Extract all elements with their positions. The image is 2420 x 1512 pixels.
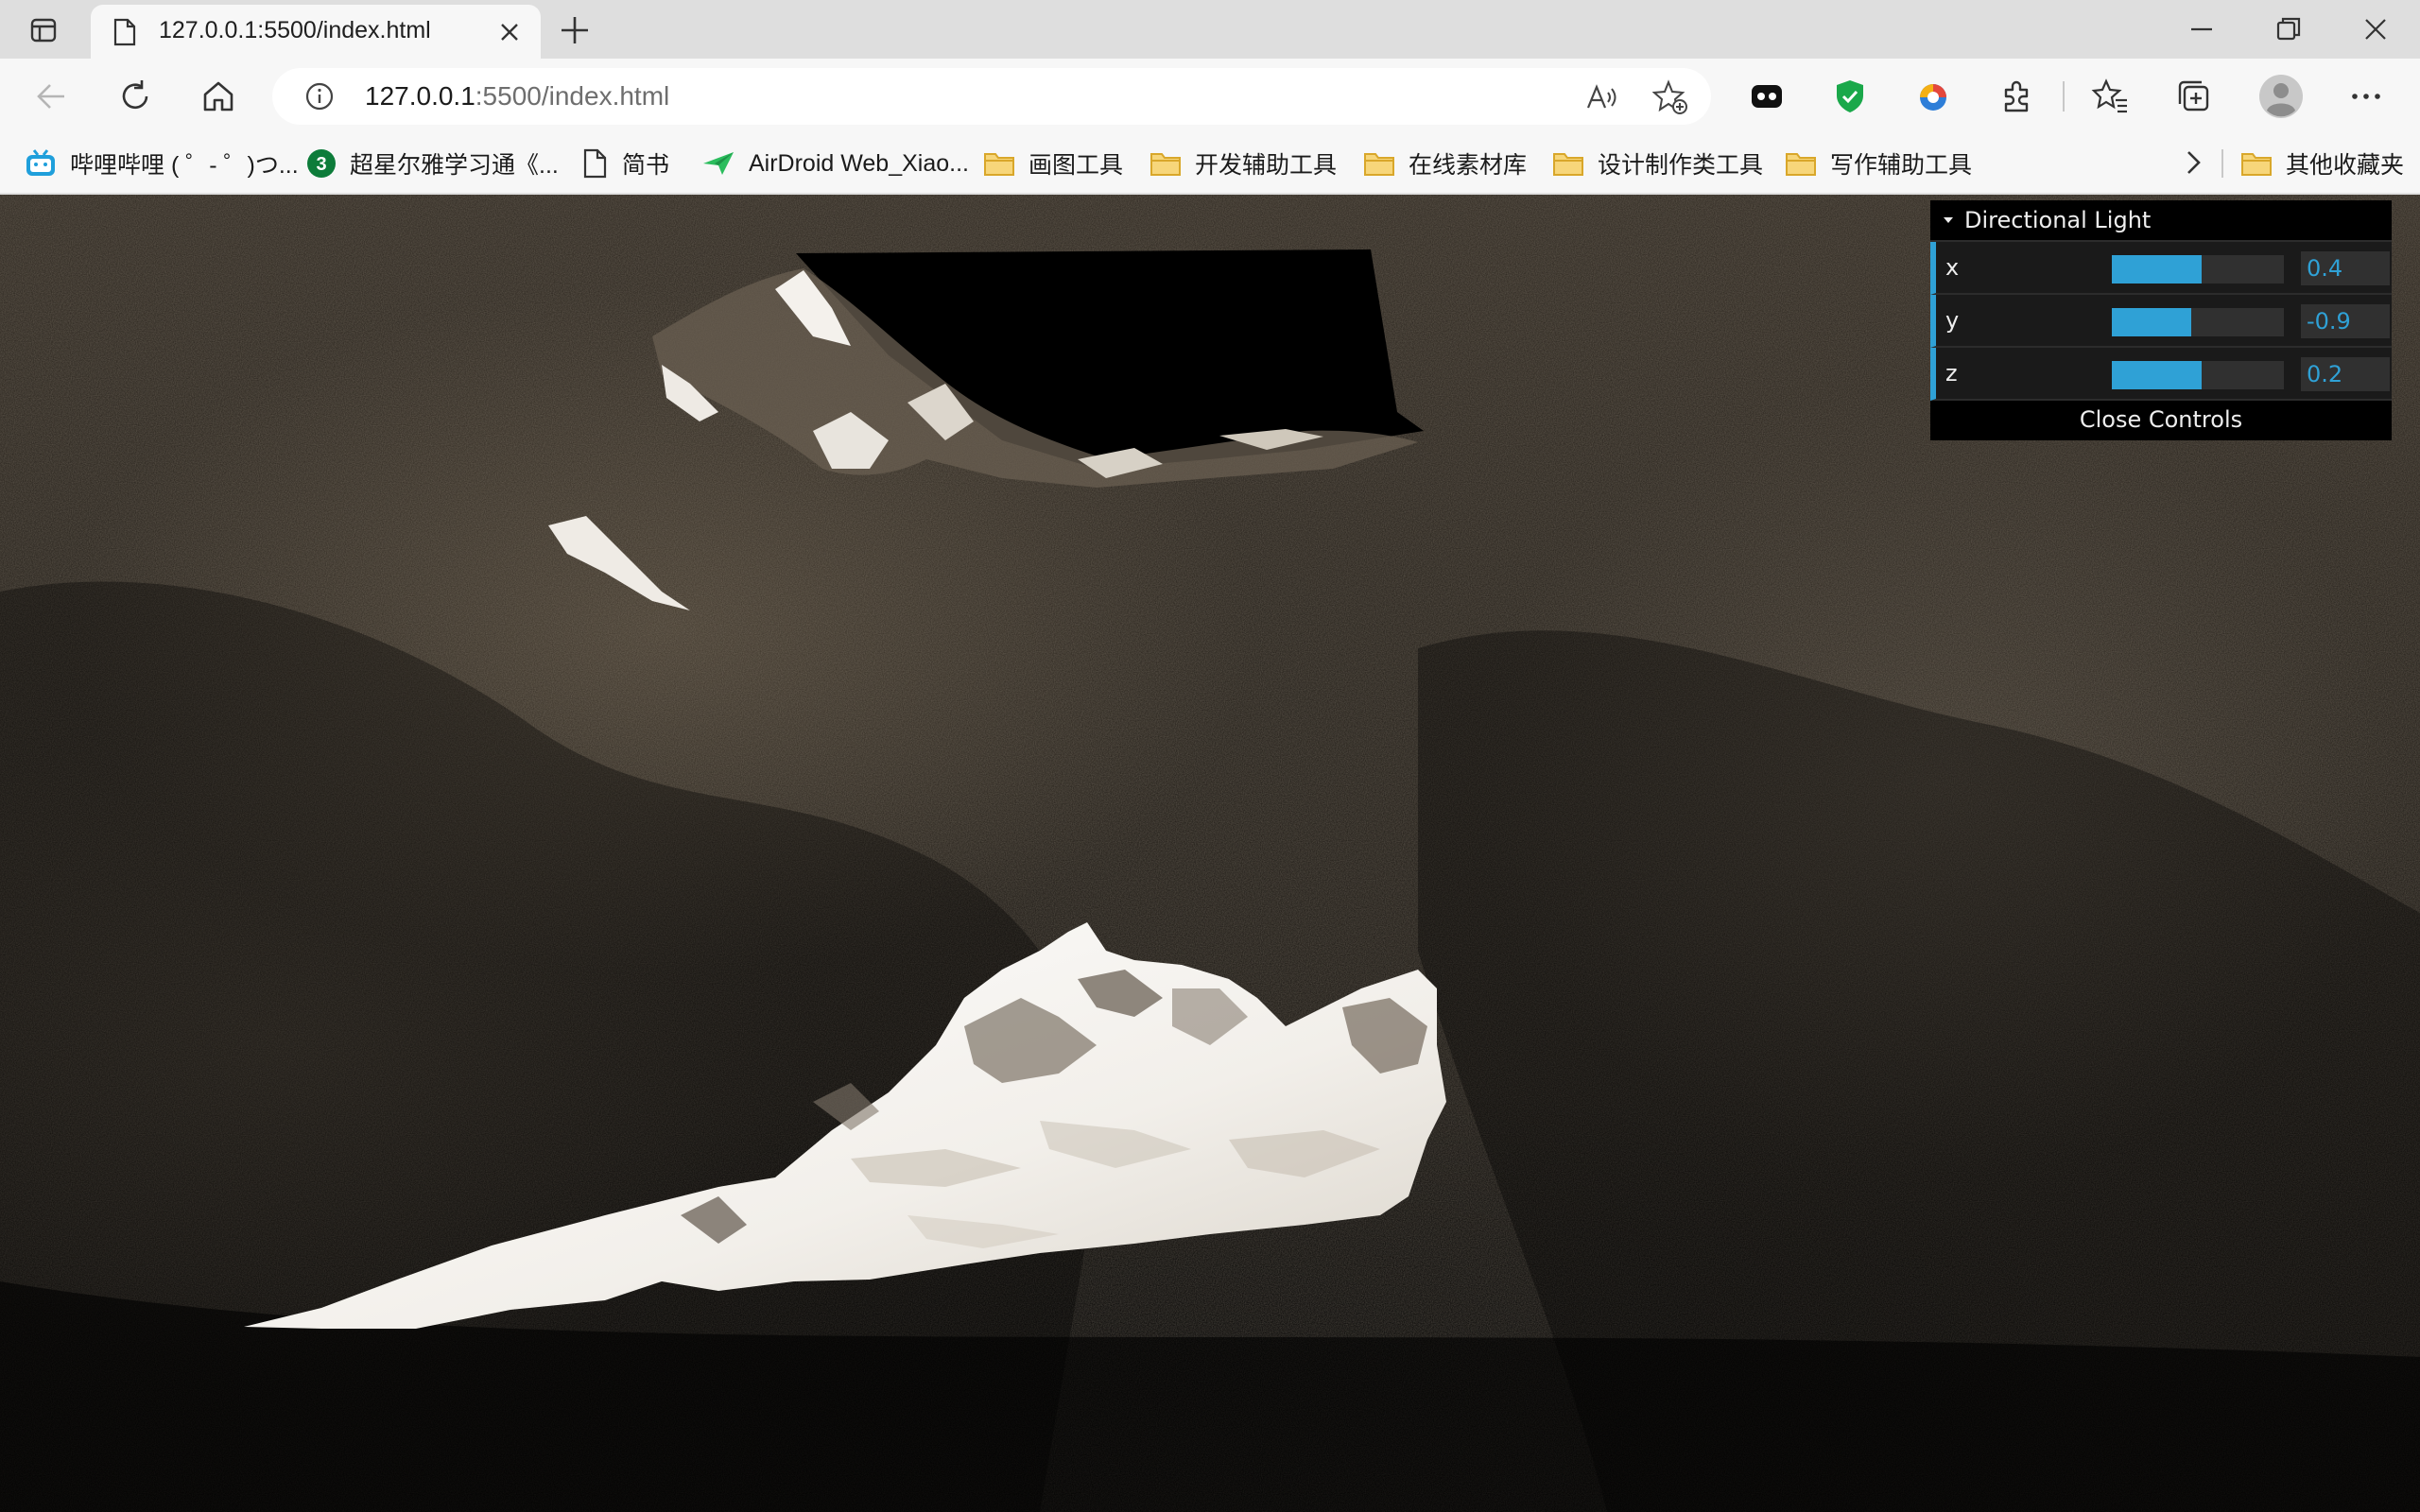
favorite-item[interactable]: AirDroid Web_Xiao... [701,134,969,193]
favorites-icon[interactable] [2091,77,2131,116]
folder-icon [984,153,1014,176]
chaoxing-icon: 3 [307,149,336,178]
gui-slider-z[interactable] [2112,361,2284,389]
gui-number-input-y[interactable]: -0.9 [2301,304,2390,338]
folder-icon [1553,153,1583,176]
favorite-label: 画图工具 [1028,152,1124,179]
gui-number-input-z[interactable]: 0.2 [2301,357,2390,391]
profile-avatar-icon[interactable] [2257,73,2305,120]
more-menu-icon[interactable] [2346,77,2386,116]
favorite-label: AirDroid Web_Xiao... [749,149,969,177]
gui-panel: Directional Light x 0.4 y -0.9 z 0.2 Clo… [1930,200,2392,440]
browser-toolbar: 127.0.0.1:5500/index.html [0,59,2420,134]
favorite-label: 写作辅助工具 [1830,152,1973,179]
gui-control-z: z 0.2 [1930,348,2392,401]
caret-down-icon [1944,217,1953,223]
refresh-icon[interactable] [115,77,155,116]
favorite-label: 在线素材库 [1409,152,1528,179]
favorite-item[interactable]: 3 超星尔雅学习通《... [306,134,559,193]
favorite-label: 设计制作类工具 [1598,152,1764,179]
favorite-label: 哔哩哔哩 ( ゜- ゜)つ... [70,152,299,179]
folder-icon [1786,153,1816,176]
favorite-folder[interactable]: 写作辅助工具 [1785,134,1972,193]
svg-text:3: 3 [316,154,326,175]
other-favorites-folder[interactable]: 其他收藏夹 [2240,134,2404,193]
page-icon [113,18,136,46]
tab-title: 127.0.0.1:5500/index.html [159,17,431,43]
extension-game-icon[interactable] [1747,77,1787,116]
favorite-label: 开发辅助工具 [1195,152,1338,179]
add-favorite-icon[interactable] [1652,79,1688,115]
favorite-item[interactable]: 哔哩哔哩 ( ゜- ゜)つ... [25,134,299,193]
airdroid-icon [703,152,734,175]
colorful-extension-icon[interactable] [1913,77,1953,116]
extensions-icon[interactable] [1996,77,2036,116]
home-icon[interactable] [199,77,238,116]
close-tab-icon[interactable] [497,20,522,44]
shield-extension-icon[interactable] [1830,77,1870,116]
minimize-icon[interactable] [2186,13,2218,45]
read-aloud-icon[interactable] [1584,79,1620,115]
gui-slider-fill [2112,255,2202,284]
tab-strip: 127.0.0.1:5500/index.html [0,0,2420,59]
gui-control-label: y [1945,307,1960,334]
folder-icon [1150,153,1181,176]
webgl-canvas[interactable]: Directional Light x 0.4 y -0.9 z 0.2 Clo… [0,195,2420,1512]
close-controls-button[interactable]: Close Controls [1930,401,2392,440]
favorite-item[interactable]: 简书 [580,134,669,193]
restore-icon[interactable] [2273,13,2305,45]
gui-control-label: x [1945,254,1960,281]
bilibili-icon [26,149,55,176]
back-icon[interactable] [32,77,72,116]
vertical-tabs-icon [30,18,57,43]
gui-control-x: x 0.4 [1930,242,2392,295]
new-tab-icon[interactable] [558,13,592,47]
collections-icon[interactable] [2174,77,2214,116]
url-text[interactable]: 127.0.0.1:5500/index.html [365,81,669,112]
toolbar-divider [2063,81,2065,112]
active-tab[interactable]: 127.0.0.1:5500/index.html [91,5,541,59]
gui-slider-fill [2112,361,2202,389]
favorite-folder[interactable]: 在线素材库 [1363,134,1527,193]
favorite-folder[interactable]: 开发辅助工具 [1150,134,1337,193]
favorite-label: 超星尔雅学习通《... [350,152,559,179]
favbar-divider [2221,149,2223,178]
favorites-bar: 哔哩哔哩 ( ゜- ゜)つ... 3 超星尔雅学习通《... 简书 AirDro… [0,134,2420,195]
other-favorites-label: 其他收藏夹 [2286,152,2405,179]
close-window-icon[interactable] [2360,13,2392,45]
url-path: :5500/index.html [475,81,670,111]
gui-slider-fill [2112,308,2191,336]
document-icon [583,148,607,179]
gui-slider-y[interactable] [2112,308,2284,336]
site-info-icon[interactable] [304,81,335,112]
gui-folder-header[interactable]: Directional Light [1930,200,2392,242]
address-bar[interactable]: 127.0.0.1:5500/index.html [272,68,1711,125]
gui-folder-title: Directional Light [1964,207,2152,233]
gui-control-label: z [1945,360,1958,387]
gui-control-y: y -0.9 [1930,295,2392,348]
folder-icon [2241,153,2272,176]
folder-icon [1364,153,1394,176]
gui-number-input-x[interactable]: 0.4 [2301,251,2390,285]
favorite-label: 简书 [622,152,670,179]
tab-actions-button[interactable] [21,11,66,49]
gui-slider-x[interactable] [2112,255,2284,284]
chevron-right-icon[interactable] [2176,146,2210,180]
url-host: 127.0.0.1 [365,81,475,111]
favorite-folder[interactable]: 画图工具 [983,134,1123,193]
favorite-folder[interactable]: 设计制作类工具 [1552,134,1763,193]
